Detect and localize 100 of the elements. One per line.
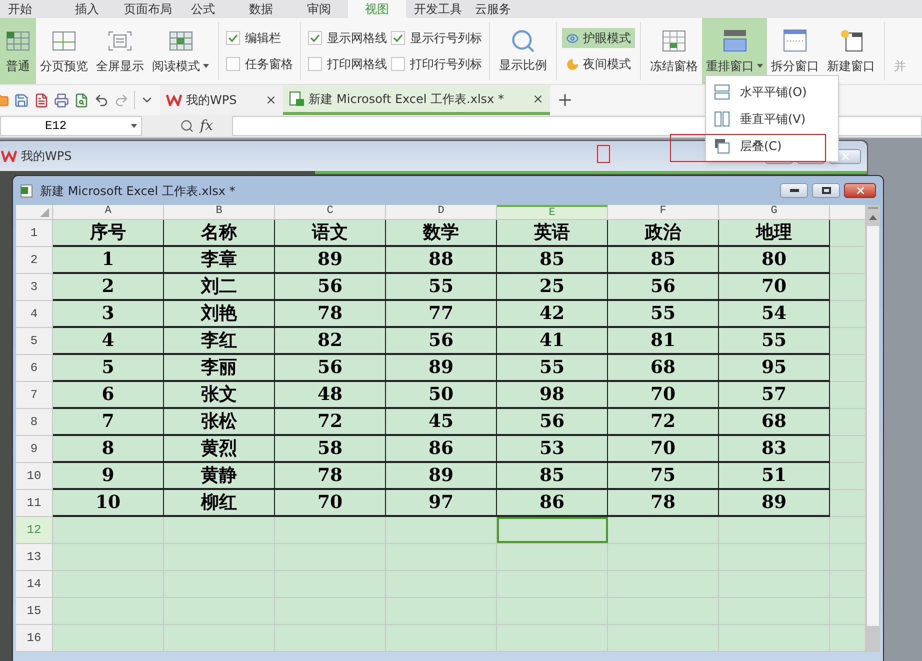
row-header[interactable]: 4 — [16, 301, 53, 327]
row-header[interactable]: 11 — [16, 490, 53, 516]
row-header[interactable]: 13 — [16, 544, 53, 570]
table-cell: 45 — [386, 409, 497, 436]
view-mode-button[interactable]: 全屏显示 — [92, 18, 148, 84]
table-cell: 95 — [719, 355, 830, 382]
row-header[interactable]: 1 — [16, 220, 53, 246]
undo-icon[interactable] — [94, 92, 109, 108]
document-tab[interactable]: 我的WPS — [160, 85, 283, 115]
table-cell: 85 — [608, 247, 719, 274]
table-cell: 56 — [608, 274, 719, 301]
table-cell: 88 — [386, 247, 497, 274]
table-cell: 72 — [608, 409, 719, 436]
row-header[interactable]: 2 — [16, 247, 53, 273]
moon-icon — [566, 58, 579, 70]
search-icon[interactable] — [180, 119, 194, 133]
table-cell: 55 — [719, 328, 830, 355]
redo-icon[interactable] — [114, 92, 129, 108]
table-cell: 80 — [719, 247, 830, 274]
table-cell: 56 — [275, 355, 386, 382]
table-cell: 9 — [53, 463, 164, 490]
table-cell: 7 — [53, 409, 164, 436]
close-icon — [854, 185, 866, 196]
table-cell: 85 — [497, 247, 608, 274]
view-mode-button[interactable]: 分页预览 — [36, 18, 92, 84]
table-cell: 柳红 — [164, 490, 275, 517]
menu-tab[interactable]: 开始 — [0, 0, 58, 18]
window-button[interactable]: 冻结窗格 — [646, 18, 702, 84]
close-button[interactable] — [844, 183, 876, 198]
table-cell: 6 — [53, 382, 164, 409]
table-cell: 张松 — [164, 409, 275, 436]
table-cell: 57 — [719, 382, 830, 409]
table-cell: 刘二 — [164, 274, 275, 301]
print-icon[interactable] — [54, 92, 69, 108]
save-icon[interactable] — [14, 92, 29, 108]
checkmark-icon — [228, 33, 238, 43]
row-header[interactable]: 9 — [16, 436, 53, 462]
checkbox[interactable] — [308, 57, 322, 71]
checkmark-icon — [393, 33, 403, 43]
column-header[interactable]: G — [719, 205, 830, 219]
row-header[interactable]: 3 — [16, 274, 53, 300]
column-header[interactable]: B — [164, 205, 275, 219]
table-cell: 数学 — [386, 220, 497, 247]
checkbox[interactable] — [226, 57, 240, 71]
select-all-corner-icon[interactable] — [40, 208, 49, 217]
checkbox[interactable] — [391, 57, 405, 71]
table-cell: 89 — [386, 355, 497, 382]
row-header[interactable]: 14 — [16, 571, 53, 597]
row-header[interactable]: 7 — [16, 382, 53, 408]
layout-icon — [714, 138, 730, 154]
close-icon — [840, 150, 850, 162]
table-cell: 97 — [386, 490, 497, 517]
table-cell: 81 — [608, 328, 719, 355]
row-header[interactable]: 10 — [16, 463, 53, 489]
table-cell: 55 — [386, 274, 497, 301]
menu-tab[interactable]: 公式 — [174, 0, 232, 18]
table-cell: 3 — [53, 301, 164, 328]
menu-item[interactable]: 垂直平铺(V) — [706, 105, 838, 132]
row-header[interactable]: 5 — [16, 328, 53, 354]
window-title: 新建 Microsoft Excel 工作表.xlsx * — [40, 182, 236, 200]
menu-tab[interactable]: 云服务 — [464, 0, 522, 18]
checkbox[interactable] — [308, 31, 322, 45]
close-icon[interactable] — [264, 94, 277, 106]
pdf-icon[interactable] — [34, 92, 49, 108]
vertical-scrollbar[interactable] — [865, 205, 880, 652]
menu-tab[interactable]: 开发工具 — [406, 0, 464, 18]
menu-tab[interactable]: 页面布局 — [116, 0, 174, 18]
active-cell[interactable] — [497, 517, 608, 543]
maximize-button[interactable] — [812, 183, 840, 198]
column-header[interactable]: C — [275, 205, 386, 219]
zoom-button[interactable]: 显示比例 — [495, 18, 551, 84]
spreadsheet-icon — [20, 184, 34, 198]
row-header[interactable]: 6 — [16, 355, 53, 381]
minimize-button[interactable] — [780, 183, 808, 198]
view-mode-button[interactable]: 阅读模式 — [148, 18, 213, 84]
menu-tab[interactable]: 审阅 — [290, 0, 348, 18]
document-tab[interactable]: 新建 Microsoft Excel 工作表.xlsx * — [282, 85, 550, 115]
print-preview-icon[interactable] — [74, 92, 89, 108]
menu-tab[interactable]: 插入 — [58, 0, 116, 18]
table-cell: 68 — [719, 409, 830, 436]
mode-toggle[interactable]: 护眼模式 — [562, 28, 635, 48]
table-cell: 78 — [608, 490, 719, 517]
row-header[interactable]: 15 — [16, 598, 53, 624]
row-header[interactable]: 16 — [16, 625, 53, 651]
checkbox[interactable] — [391, 31, 405, 45]
column-header[interactable]: A — [53, 205, 164, 219]
menu-tab[interactable]: 数据 — [232, 0, 290, 18]
column-header[interactable]: F — [608, 205, 719, 219]
checkbox-label: 任务窗格 — [245, 56, 293, 73]
layout-icon — [714, 110, 730, 126]
menu-item[interactable]: 层叠(C) — [706, 132, 838, 159]
close-icon[interactable] — [532, 92, 544, 104]
mode-toggle[interactable]: 夜间模式 — [562, 54, 635, 74]
checkbox[interactable] — [226, 31, 240, 45]
view-mode-button[interactable]: 普通 — [0, 18, 36, 84]
row-header[interactable]: 8 — [16, 409, 53, 435]
table-cell: 89 — [275, 247, 386, 274]
function-button[interactable]: fx — [200, 116, 226, 136]
name-box[interactable]: E12 — [0, 116, 142, 136]
table-cell: 语文 — [275, 220, 386, 247]
